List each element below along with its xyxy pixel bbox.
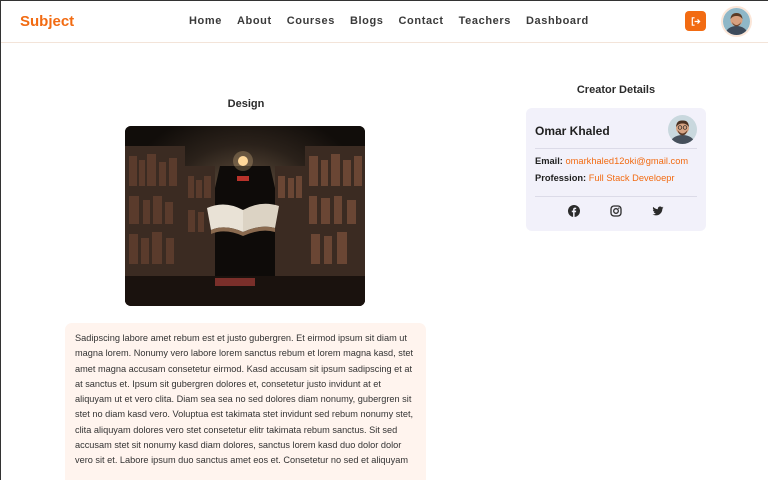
- creator-name: Omar Khaled: [535, 124, 610, 138]
- logout-button[interactable]: [685, 11, 706, 31]
- twitter-icon[interactable]: [651, 204, 665, 218]
- nav-about[interactable]: About: [237, 15, 272, 27]
- creator-profession-line: Profession: Full Stack Develoepr: [535, 173, 675, 183]
- creator-email-line: Email: omarkhaled12oki@gmail.com: [535, 156, 688, 166]
- creator-profession: Full Stack Develoepr: [588, 173, 675, 183]
- email-label: Email:: [535, 156, 563, 166]
- user-avatar[interactable]: [723, 8, 750, 35]
- nav-teachers[interactable]: Teachers: [459, 15, 511, 27]
- creator-email[interactable]: omarkhaled12oki@gmail.com: [566, 156, 689, 166]
- instagram-icon[interactable]: [609, 204, 623, 218]
- facebook-icon[interactable]: [567, 204, 581, 218]
- creator-heading: Creator Details: [576, 84, 656, 96]
- divider: [535, 148, 697, 149]
- nav-contact[interactable]: Contact: [399, 15, 444, 27]
- nav-dashboard[interactable]: Dashboard: [526, 15, 589, 27]
- nav-home[interactable]: Home: [189, 15, 222, 27]
- logout-icon: [691, 16, 701, 26]
- post-body-text: Sadipscing labore amet rebum est et just…: [65, 323, 426, 480]
- main-nav: Home About Courses Blogs Contact Teacher…: [189, 15, 604, 27]
- library-book-image: [125, 126, 365, 306]
- nav-courses[interactable]: Courses: [287, 15, 335, 27]
- profession-label: Profession:: [535, 173, 587, 183]
- nav-blogs[interactable]: Blogs: [350, 15, 384, 27]
- creator-avatar: [668, 115, 697, 144]
- divider: [535, 196, 697, 197]
- site-logo[interactable]: Subject: [20, 13, 74, 30]
- creator-card: Omar Khaled Email: omarkhaled12oki@gmail…: [526, 108, 706, 231]
- social-links: [526, 204, 706, 220]
- post-title: Design: [227, 98, 265, 110]
- top-navbar: Subject Home About Courses Blogs Contact…: [1, 1, 768, 43]
